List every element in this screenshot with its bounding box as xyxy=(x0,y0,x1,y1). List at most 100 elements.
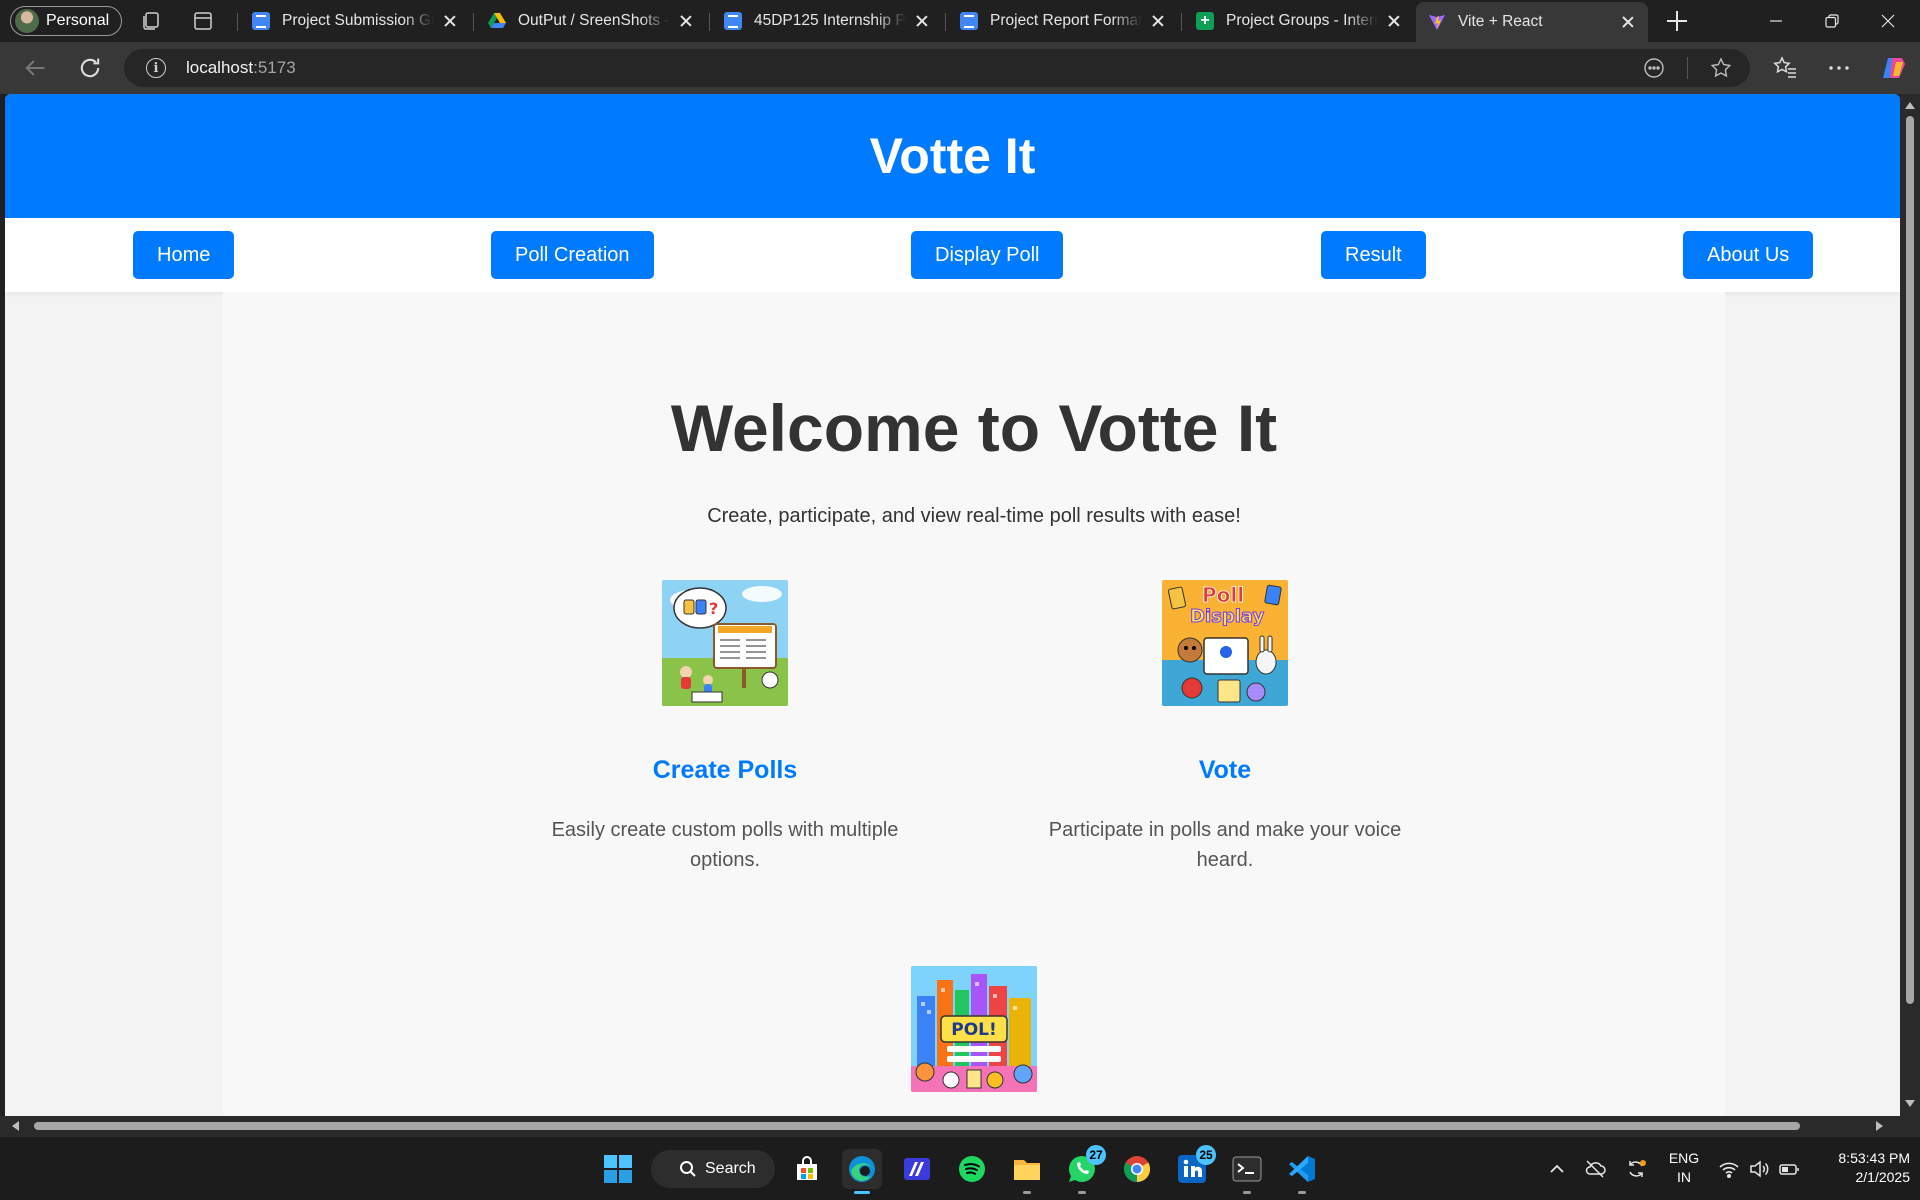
divider xyxy=(1687,57,1688,79)
battery-icon[interactable] xyxy=(1778,1159,1800,1179)
linkedin-icon[interactable]: 25 xyxy=(1172,1145,1216,1189)
chrome-icon[interactable] xyxy=(1117,1149,1157,1189)
clock-date: 2/1/2025 xyxy=(1855,1169,1911,1185)
site-info-icon[interactable]: i xyxy=(146,58,166,78)
copilot-icon[interactable] xyxy=(1880,54,1908,82)
language-indicator[interactable]: ENG IN xyxy=(1664,1149,1704,1187)
close-window-icon[interactable] xyxy=(1860,0,1916,42)
wifi-icon[interactable] xyxy=(1718,1159,1740,1179)
close-tab-icon[interactable] xyxy=(678,13,694,29)
page-viewport: Votte It Home Poll Creation Display Poll… xyxy=(5,94,1900,1116)
browser-tab-active[interactable]: Vite + React xyxy=(1416,2,1648,42)
browser-tab[interactable]: Project Report Format - xyxy=(948,4,1178,38)
feature-title: Create Polls xyxy=(652,756,798,784)
svg-text:Display: Display xyxy=(1190,606,1264,627)
close-tab-icon[interactable] xyxy=(914,13,930,29)
close-tab-icon[interactable] xyxy=(1386,13,1402,29)
onedrive-offline-icon[interactable] xyxy=(1584,1159,1606,1179)
volume-icon[interactable] xyxy=(1748,1159,1770,1179)
close-tab-icon[interactable] xyxy=(1620,14,1636,30)
google-docs-icon xyxy=(960,12,978,30)
browser-tab[interactable]: Project Submission Guid xyxy=(240,4,470,38)
address-bar[interactable]: i localhost:5173 xyxy=(124,49,1750,87)
app-header: Votte It xyxy=(5,94,1900,218)
vertical-scrollbar[interactable] xyxy=(1900,94,1920,1116)
browser-toolbar: i localhost:5173 xyxy=(0,42,1920,94)
windows-start-icon[interactable] xyxy=(598,1149,638,1189)
horizontal-scroll-thumb[interactable] xyxy=(34,1122,1800,1130)
close-tab-icon[interactable] xyxy=(1150,13,1166,29)
taskbar-search-button[interactable]: Search xyxy=(651,1150,775,1188)
scroll-left-icon[interactable] xyxy=(12,1121,19,1131)
nav-home-button[interactable]: Home xyxy=(133,231,235,279)
workspaces-icon[interactable] xyxy=(139,9,163,33)
poll-city-illustration: POL! xyxy=(911,966,1037,1092)
close-tab-icon[interactable] xyxy=(442,13,458,29)
browser-tab[interactable]: 45DP125 Internship Pro xyxy=(712,4,942,38)
microsoft-store-icon[interactable] xyxy=(787,1149,827,1189)
svg-text:Poll: Poll xyxy=(1202,583,1244,607)
clock[interactable]: 8:53:43 PM 2/1/2025 xyxy=(1812,1149,1910,1187)
vscode-icon[interactable] xyxy=(1282,1149,1322,1194)
feature-card: Poll Display Vote Participate in polls a… xyxy=(1035,580,1415,875)
restore-icon[interactable] xyxy=(1804,0,1860,42)
nav-display-poll-button[interactable]: Display Poll xyxy=(911,231,1064,279)
altium-icon[interactable] xyxy=(897,1149,937,1189)
tab-title: 45DP125 Internship Pro xyxy=(754,12,906,29)
profile-button[interactable]: Personal xyxy=(10,6,123,36)
back-icon[interactable] xyxy=(21,54,49,82)
google-docs-icon xyxy=(724,12,742,30)
home-content: Welcome to Votte It Create, participate,… xyxy=(223,292,1725,1116)
tab-title: OutPut / SreenShots - G xyxy=(518,12,670,29)
sync-icon[interactable] xyxy=(1625,1159,1647,1179)
app-title: Votte It xyxy=(869,128,1036,184)
profile-label: Personal xyxy=(46,12,110,29)
file-explorer-icon[interactable] xyxy=(1007,1149,1047,1194)
terminal-icon[interactable] xyxy=(1227,1149,1267,1194)
scroll-down-icon[interactable] xyxy=(1905,1100,1915,1107)
nav-about-us-button[interactable]: About Us xyxy=(1683,231,1814,279)
scroll-right-icon[interactable] xyxy=(1876,1121,1883,1131)
vertical-scroll-thumb[interactable] xyxy=(1906,116,1914,1004)
nav-poll-creation-button[interactable]: Poll Creation xyxy=(491,231,654,279)
tab-title: Vite + React xyxy=(1458,13,1543,30)
vite-icon xyxy=(1428,13,1446,31)
create-polls-illustration: ? xyxy=(662,580,788,706)
favorites-icon[interactable] xyxy=(1772,55,1798,81)
hero-subtitle: Create, participate, and view real-time … xyxy=(707,505,1241,527)
tab-title: Project Submission Guid xyxy=(282,12,434,29)
url-text: localhost:5173 xyxy=(186,58,296,77)
edge-browser-icon[interactable] xyxy=(842,1149,882,1194)
nav-result-button[interactable]: Result xyxy=(1321,231,1426,279)
scroll-up-icon[interactable] xyxy=(1905,102,1915,109)
feature-card: ? Create Polls Easily create custom poll… xyxy=(535,580,915,875)
tab-actions-icon[interactable] xyxy=(191,9,215,33)
minimize-icon[interactable] xyxy=(1748,0,1804,42)
favorite-star-icon[interactable] xyxy=(1710,57,1732,79)
whatsapp-icon[interactable]: 27 xyxy=(1062,1145,1106,1194)
browser-tab[interactable]: Project Groups - Interns xyxy=(1184,4,1414,38)
region-code: IN xyxy=(1677,1169,1691,1185)
feature-description: Participate in polls and make your voice… xyxy=(1048,819,1402,871)
tab-title: Project Report Format - xyxy=(990,12,1142,29)
svg-text:?: ? xyxy=(709,599,718,618)
spotify-icon[interactable] xyxy=(952,1149,992,1189)
feature-description: Easily create custom polls with multiple… xyxy=(551,819,899,871)
svg-text:POL!: POL! xyxy=(951,1020,997,1040)
horizontal-scrollbar[interactable] xyxy=(0,1116,1920,1136)
google-sheets-icon xyxy=(1196,12,1214,30)
new-tab-icon[interactable] xyxy=(1664,8,1690,34)
tab-title: Project Groups - Interns xyxy=(1226,12,1378,29)
refresh-icon[interactable] xyxy=(76,54,104,82)
show-hidden-icons-icon[interactable] xyxy=(1546,1159,1568,1179)
read-aloud-icon[interactable] xyxy=(1643,57,1665,79)
app-navbar: Home Poll Creation Display Poll Result A… xyxy=(5,218,1900,292)
windows-taskbar: Search 27 25 ENG IN 8:53:43 PM 2/1/2025 xyxy=(0,1136,1920,1200)
language-code: ENG xyxy=(1668,1150,1700,1166)
search-icon xyxy=(680,1161,696,1177)
search-label: Search xyxy=(705,1160,756,1177)
google-drive-icon xyxy=(488,12,506,30)
poll-display-illustration: Poll Display xyxy=(1162,580,1288,706)
browser-tab[interactable]: OutPut / SreenShots - G xyxy=(476,4,706,38)
more-options-icon[interactable] xyxy=(1826,55,1852,81)
